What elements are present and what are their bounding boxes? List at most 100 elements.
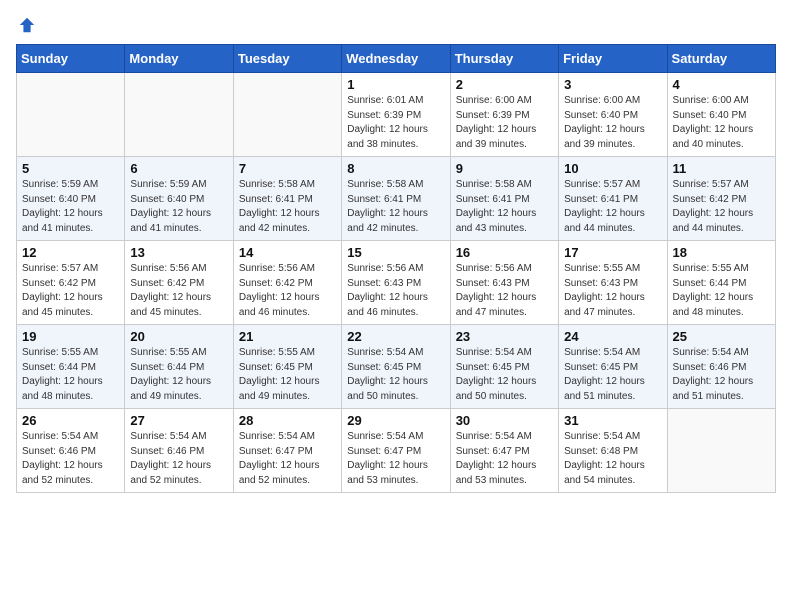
logo-icon bbox=[18, 16, 36, 34]
day-number: 10 bbox=[564, 161, 661, 176]
logo bbox=[16, 16, 36, 34]
day-info: Sunrise: 5:54 AM Sunset: 6:47 PM Dayligh… bbox=[456, 430, 553, 488]
day-number: 7 bbox=[239, 161, 336, 176]
day-info: Sunrise: 6:01 AM Sunset: 6:39 PM Dayligh… bbox=[347, 94, 444, 152]
calendar-cell: 12 Sunrise: 5:57 AM Sunset: 6:42 PM Dayli… bbox=[17, 241, 125, 325]
calendar-cell: 30 Sunrise: 5:54 AM Sunset: 6:47 PM Dayli… bbox=[450, 409, 558, 493]
calendar-cell: 19 Sunrise: 5:55 AM Sunset: 6:44 PM Dayli… bbox=[17, 325, 125, 409]
calendar-cell: 2 Sunrise: 6:00 AM Sunset: 6:39 PM Daylig… bbox=[450, 73, 558, 157]
day-number: 5 bbox=[22, 161, 119, 176]
weekday-header-thursday: Thursday bbox=[450, 45, 558, 73]
calendar-cell: 31 Sunrise: 5:54 AM Sunset: 6:48 PM Dayli… bbox=[559, 409, 667, 493]
calendar-cell bbox=[125, 73, 233, 157]
day-number: 19 bbox=[22, 329, 119, 344]
day-info: Sunrise: 5:54 AM Sunset: 6:46 PM Dayligh… bbox=[130, 430, 227, 488]
calendar-body: 1 Sunrise: 6:01 AM Sunset: 6:39 PM Daylig… bbox=[17, 73, 776, 493]
day-info: Sunrise: 5:55 AM Sunset: 6:44 PM Dayligh… bbox=[673, 262, 770, 320]
calendar-cell: 13 Sunrise: 5:56 AM Sunset: 6:42 PM Dayli… bbox=[125, 241, 233, 325]
day-info: Sunrise: 5:54 AM Sunset: 6:46 PM Dayligh… bbox=[22, 430, 119, 488]
calendar-cell: 27 Sunrise: 5:54 AM Sunset: 6:46 PM Dayli… bbox=[125, 409, 233, 493]
page-header bbox=[16, 16, 776, 34]
calendar-cell: 1 Sunrise: 6:01 AM Sunset: 6:39 PM Daylig… bbox=[342, 73, 450, 157]
calendar-cell: 3 Sunrise: 6:00 AM Sunset: 6:40 PM Daylig… bbox=[559, 73, 667, 157]
day-info: Sunrise: 5:54 AM Sunset: 6:47 PM Dayligh… bbox=[239, 430, 336, 488]
day-info: Sunrise: 5:58 AM Sunset: 6:41 PM Dayligh… bbox=[239, 178, 336, 236]
week-row-2: 5 Sunrise: 5:59 AM Sunset: 6:40 PM Daylig… bbox=[17, 157, 776, 241]
day-number: 15 bbox=[347, 245, 444, 260]
day-number: 11 bbox=[673, 161, 770, 176]
day-number: 21 bbox=[239, 329, 336, 344]
weekday-header-friday: Friday bbox=[559, 45, 667, 73]
week-row-5: 26 Sunrise: 5:54 AM Sunset: 6:46 PM Dayli… bbox=[17, 409, 776, 493]
calendar-cell: 16Sunrise: 5:56 AM Sunset: 6:43 PM Dayli… bbox=[450, 241, 558, 325]
day-info: Sunrise: 5:55 AM Sunset: 6:43 PM Dayligh… bbox=[564, 262, 661, 320]
calendar-cell: 29 Sunrise: 5:54 AM Sunset: 6:47 PM Dayli… bbox=[342, 409, 450, 493]
day-number: 20 bbox=[130, 329, 227, 344]
day-number: 24 bbox=[564, 329, 661, 344]
week-row-3: 12 Sunrise: 5:57 AM Sunset: 6:42 PM Dayli… bbox=[17, 241, 776, 325]
calendar-cell: 18 Sunrise: 5:55 AM Sunset: 6:44 PM Dayli… bbox=[667, 241, 775, 325]
calendar-header: SundayMondayTuesdayWednesdayThursdayFrid… bbox=[17, 45, 776, 73]
day-info: Sunrise: 5:57 AM Sunset: 6:41 PM Dayligh… bbox=[564, 178, 661, 236]
day-number: 18 bbox=[673, 245, 770, 260]
weekday-header-tuesday: Tuesday bbox=[233, 45, 341, 73]
day-number: 6 bbox=[130, 161, 227, 176]
day-info: Sunrise: 5:56 AM Sunset: 6:42 PM Dayligh… bbox=[130, 262, 227, 320]
calendar-cell bbox=[17, 73, 125, 157]
day-info: Sunrise: 5:57 AM Sunset: 6:42 PM Dayligh… bbox=[673, 178, 770, 236]
calendar-cell: 24 Sunrise: 5:54 AM Sunset: 6:45 PM Dayli… bbox=[559, 325, 667, 409]
day-info: Sunrise: 5:56 AM Sunset: 6:43 PM Dayligh… bbox=[347, 262, 444, 320]
day-info: Sunrise: 5:56 AM Sunset: 6:43 PM Dayligh… bbox=[456, 262, 553, 320]
day-info: Sunrise: 6:00 AM Sunset: 6:39 PM Dayligh… bbox=[456, 94, 553, 152]
calendar-cell: 5 Sunrise: 5:59 AM Sunset: 6:40 PM Daylig… bbox=[17, 157, 125, 241]
weekday-header-monday: Monday bbox=[125, 45, 233, 73]
day-number: 31 bbox=[564, 413, 661, 428]
calendar-cell: 14Sunrise: 5:56 AM Sunset: 6:42 PM Dayli… bbox=[233, 241, 341, 325]
day-number: 4 bbox=[673, 77, 770, 92]
day-number: 26 bbox=[22, 413, 119, 428]
day-info: Sunrise: 5:59 AM Sunset: 6:40 PM Dayligh… bbox=[22, 178, 119, 236]
calendar-cell: 8 Sunrise: 5:58 AM Sunset: 6:41 PM Daylig… bbox=[342, 157, 450, 241]
day-info: Sunrise: 5:54 AM Sunset: 6:45 PM Dayligh… bbox=[564, 346, 661, 404]
weekday-header-wednesday: Wednesday bbox=[342, 45, 450, 73]
day-info: Sunrise: 5:54 AM Sunset: 6:45 PM Dayligh… bbox=[347, 346, 444, 404]
calendar-cell bbox=[667, 409, 775, 493]
calendar-cell: 4 Sunrise: 6:00 AM Sunset: 6:40 PM Daylig… bbox=[667, 73, 775, 157]
day-info: Sunrise: 6:00 AM Sunset: 6:40 PM Dayligh… bbox=[673, 94, 770, 152]
day-info: Sunrise: 5:54 AM Sunset: 6:48 PM Dayligh… bbox=[564, 430, 661, 488]
weekday-header-row: SundayMondayTuesdayWednesdayThursdayFrid… bbox=[17, 45, 776, 73]
calendar-cell: 7 Sunrise: 5:58 AM Sunset: 6:41 PM Daylig… bbox=[233, 157, 341, 241]
day-number: 13 bbox=[130, 245, 227, 260]
day-number: 12 bbox=[22, 245, 119, 260]
day-number: 1 bbox=[347, 77, 444, 92]
day-number: 8 bbox=[347, 161, 444, 176]
day-info: Sunrise: 5:55 AM Sunset: 6:45 PM Dayligh… bbox=[239, 346, 336, 404]
weekday-header-saturday: Saturday bbox=[667, 45, 775, 73]
day-info: Sunrise: 5:57 AM Sunset: 6:42 PM Dayligh… bbox=[22, 262, 119, 320]
calendar-cell: 23Sunrise: 5:54 AM Sunset: 6:45 PM Dayli… bbox=[450, 325, 558, 409]
calendar-table: SundayMondayTuesdayWednesdayThursdayFrid… bbox=[16, 44, 776, 493]
calendar-cell: 25 Sunrise: 5:54 AM Sunset: 6:46 PM Dayli… bbox=[667, 325, 775, 409]
week-row-1: 1 Sunrise: 6:01 AM Sunset: 6:39 PM Daylig… bbox=[17, 73, 776, 157]
day-info: Sunrise: 6:00 AM Sunset: 6:40 PM Dayligh… bbox=[564, 94, 661, 152]
day-number: 25 bbox=[673, 329, 770, 344]
day-number: 30 bbox=[456, 413, 553, 428]
calendar-cell: 20 Sunrise: 5:55 AM Sunset: 6:44 PM Dayli… bbox=[125, 325, 233, 409]
day-number: 3 bbox=[564, 77, 661, 92]
day-info: Sunrise: 5:54 AM Sunset: 6:47 PM Dayligh… bbox=[347, 430, 444, 488]
calendar-cell: 21 Sunrise: 5:55 AM Sunset: 6:45 PM Dayli… bbox=[233, 325, 341, 409]
calendar-cell: 11 Sunrise: 5:57 AM Sunset: 6:42 PM Dayli… bbox=[667, 157, 775, 241]
day-info: Sunrise: 5:55 AM Sunset: 6:44 PM Dayligh… bbox=[130, 346, 227, 404]
day-info: Sunrise: 5:56 AM Sunset: 6:42 PM Dayligh… bbox=[239, 262, 336, 320]
day-number: 9 bbox=[456, 161, 553, 176]
day-info: Sunrise: 5:58 AM Sunset: 6:41 PM Dayligh… bbox=[347, 178, 444, 236]
day-number: 29 bbox=[347, 413, 444, 428]
day-info: Sunrise: 5:59 AM Sunset: 6:40 PM Dayligh… bbox=[130, 178, 227, 236]
day-info: Sunrise: 5:55 AM Sunset: 6:44 PM Dayligh… bbox=[22, 346, 119, 404]
day-number: 27 bbox=[130, 413, 227, 428]
day-info: Sunrise: 5:54 AM Sunset: 6:46 PM Dayligh… bbox=[673, 346, 770, 404]
calendar-cell: 17Sunrise: 5:55 AM Sunset: 6:43 PM Dayli… bbox=[559, 241, 667, 325]
day-number: 2 bbox=[456, 77, 553, 92]
calendar-cell: 15 Sunrise: 5:56 AM Sunset: 6:43 PM Dayli… bbox=[342, 241, 450, 325]
day-number: 28 bbox=[239, 413, 336, 428]
